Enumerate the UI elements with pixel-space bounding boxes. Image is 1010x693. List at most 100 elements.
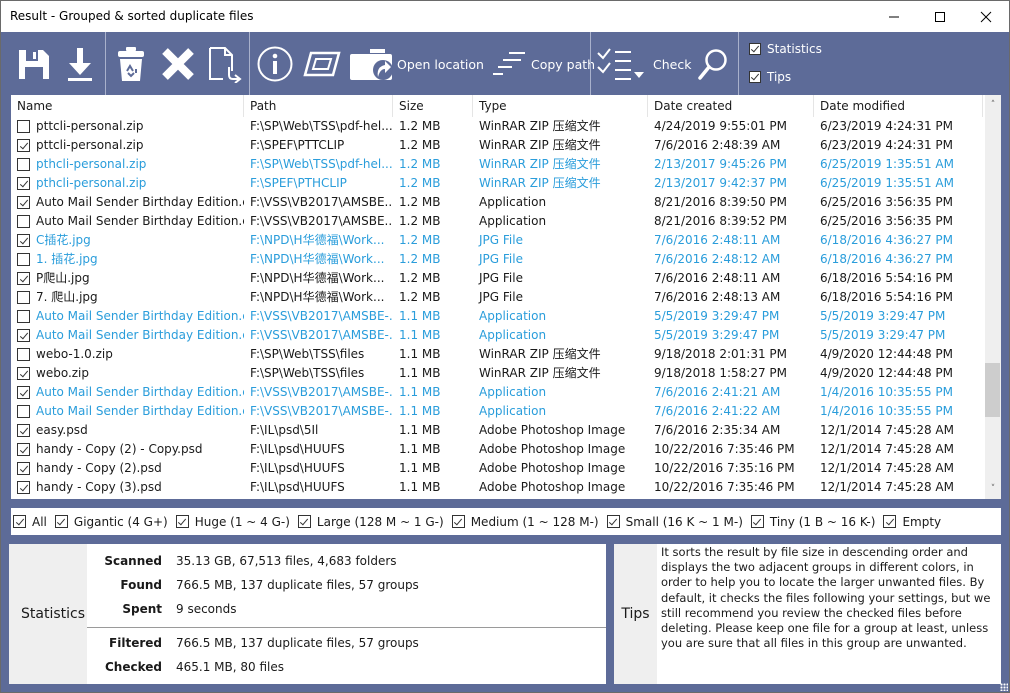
file-row[interactable]: Auto Mail Sender Birthday Edition.exe F:\… <box>11 193 983 212</box>
search-icon <box>698 49 727 80</box>
file-name: pthcli-personal.zip <box>36 176 147 190</box>
maximize-button[interactable] <box>917 1 963 32</box>
filter-label: Small (16 K ~ 1 M-) <box>625 514 743 529</box>
row-checkbox[interactable] <box>17 424 30 437</box>
row-checkbox[interactable] <box>17 234 30 247</box>
save-button[interactable] <box>17 42 51 86</box>
file-name: webo.zip <box>36 366 90 380</box>
statistics-toggle[interactable]: Statistics <box>749 42 822 56</box>
recycle-button[interactable] <box>116 42 146 86</box>
file-row[interactable]: 7. 爬山.jpg F:\NPD\H华德福\Work... 1.2 MB JPG Fi… <box>11 288 983 307</box>
filter-checkbox[interactable] <box>883 515 897 528</box>
filter-checkbox[interactable] <box>750 515 764 528</box>
search-button[interactable] <box>697 42 729 86</box>
check-button[interactable]: Check <box>597 42 691 86</box>
size-filter[interactable]: Empty <box>883 515 941 529</box>
move-button[interactable] <box>207 42 243 86</box>
row-checkbox[interactable] <box>17 329 30 342</box>
file-row[interactable]: Auto Mail Sender Birthday Edition.exe F:\… <box>11 402 983 421</box>
date-created: 10/22/2016 7:35:46 PM <box>654 480 795 494</box>
date-modified: 6/18/2016 4:36:27 PM <box>820 252 954 266</box>
column-header-size[interactable]: Size <box>393 95 473 117</box>
file-size: 1.2 MB <box>399 290 441 304</box>
filter-checkbox[interactable] <box>175 515 189 528</box>
file-row[interactable]: handy - Copy (2) - Copy.psd F:\IL\psd\HUU… <box>11 440 983 459</box>
file-row[interactable]: 1. 插花.jpg F:\NPD\H华德福\Work... 1.2 MB JPG Fi… <box>11 250 983 269</box>
file-row[interactable]: handy - Copy (3).psd F:\IL\psd\HUUFS 1.1 M… <box>11 478 983 497</box>
row-checkbox[interactable] <box>17 291 30 304</box>
scroll-down-icon[interactable]: ˅ <box>985 481 1001 497</box>
file-name-cell: Auto Mail Sender Birthday Edition.exe <box>11 383 244 402</box>
open-location-button[interactable]: Open location <box>349 42 484 86</box>
column-header-path[interactable]: Path <box>244 95 393 117</box>
row-checkbox[interactable] <box>17 386 30 399</box>
copy-path-button[interactable]: Copy path <box>493 42 595 86</box>
properties-button[interactable] <box>256 42 294 86</box>
size-filter[interactable]: Medium (1 ~ 128 M-) <box>451 515 599 529</box>
row-checkbox[interactable] <box>17 272 30 285</box>
file-row[interactable]: Auto Mail Sender Birthday Edition.exe F:\… <box>11 326 983 345</box>
row-checkbox[interactable] <box>17 215 30 228</box>
file-row[interactable]: Auto Mail Sender Birthday Edition.exe F:\… <box>11 212 983 231</box>
tips-checkbox[interactable] <box>749 71 761 83</box>
statistics-checkbox[interactable] <box>749 43 761 55</box>
filter-checkbox[interactable] <box>606 515 620 528</box>
size-filter[interactable]: Gigantic (4 G+) <box>54 515 168 529</box>
row-checkbox[interactable] <box>17 196 30 209</box>
statistics-panel: Statistics Scanned 35.13 GB, 67,513 files… <box>9 544 606 684</box>
filter-checkbox[interactable] <box>451 515 465 528</box>
preview-button[interactable] <box>303 42 341 86</box>
delete-button[interactable] <box>161 42 195 86</box>
row-checkbox[interactable] <box>17 120 30 133</box>
file-row[interactable]: pttcli-personal.zip F:\SPEF\PTTCLIP 1.2 MB… <box>11 136 983 155</box>
file-row[interactable]: pthcli-personal.zip F:\SP\Web\TSS\pdf-hel… <box>11 155 983 174</box>
file-row[interactable]: P爬山.jpg F:\NPD\H华德福\Work... 1.2 MB JPG File… <box>11 269 983 288</box>
size-filter[interactable]: All <box>13 515 47 529</box>
size-filter[interactable]: Large (128 M ~ 1 G-) <box>297 515 444 529</box>
filter-checkbox[interactable] <box>297 515 311 528</box>
scrollbar-thumb[interactable] <box>985 363 1000 417</box>
file-row[interactable]: C插花.jpg F:\NPD\H华德福\Work... 1.2 MB JPG File… <box>11 231 983 250</box>
row-checkbox[interactable] <box>17 462 30 475</box>
column-header-date-created[interactable]: Date created <box>648 95 814 117</box>
filter-checkbox[interactable] <box>13 515 26 528</box>
row-checkbox[interactable] <box>17 405 30 418</box>
size-filter[interactable]: Huge (1 ~ 4 G-) <box>175 515 290 529</box>
tips-toggle[interactable]: Tips <box>749 70 791 84</box>
export-button[interactable] <box>65 42 95 86</box>
file-row[interactable]: webo-1.0.zip F:\SP\Web\TSS\files 1.1 MB Win… <box>11 345 983 364</box>
file-row[interactable]: handy - Copy (2).psd F:\IL\psd\HUUFS 1.1 M… <box>11 459 983 478</box>
column-header-name[interactable]: Name <box>11 95 244 117</box>
scroll-up-icon[interactable]: ˄ <box>985 97 1001 113</box>
file-row[interactable]: Auto Mail Sender Birthday Edition.exe F:\… <box>11 383 983 402</box>
file-row[interactable]: Auto Mail Sender Birthday Edition.exe F:\… <box>11 307 983 326</box>
file-row[interactable]: easy.psd F:\IL\psd\5Il 1.1 MB Adobe Photosh… <box>11 421 983 440</box>
row-checkbox[interactable] <box>17 253 30 266</box>
row-checkbox[interactable] <box>17 177 30 190</box>
row-checkbox[interactable] <box>17 139 30 152</box>
resize-grip-icon[interactable] <box>1000 683 1008 691</box>
row-checkbox[interactable] <box>17 158 30 171</box>
date-created: 8/21/2016 8:39:50 PM <box>654 195 788 209</box>
row-checkbox[interactable] <box>17 443 30 456</box>
row-checkbox[interactable] <box>17 481 30 494</box>
file-row[interactable]: webo.zip F:\SP\Web\TSS\files 1.1 MB WinRAR … <box>11 364 983 383</box>
stat-value: 465.1 MB, 80 files <box>176 660 284 674</box>
size-filter[interactable]: Small (16 K ~ 1 M-) <box>606 514 743 529</box>
file-row[interactable]: pthcli-personal.zip F:\SPEF\PTHCLIP 1.2 MB… <box>11 174 983 193</box>
column-header-type[interactable]: Type <box>473 95 648 117</box>
file-type: JPG File <box>479 271 523 285</box>
file-row[interactable]: pttcli-personal.zip F:\SP\Web\TSS\pdf-hel… <box>11 117 983 136</box>
size-filter[interactable]: Tiny (1 B ~ 16 K-) <box>750 515 875 529</box>
row-checkbox[interactable] <box>17 348 30 361</box>
close-button[interactable] <box>963 1 1009 32</box>
minimize-button[interactable] <box>871 1 917 32</box>
vertical-scrollbar[interactable]: ˄ ˅ <box>985 95 1001 499</box>
column-header-date-modified[interactable]: Date modified <box>814 95 983 117</box>
row-checkbox[interactable] <box>17 310 30 323</box>
row-checkbox[interactable] <box>17 367 30 380</box>
filter-checkbox[interactable] <box>54 515 68 528</box>
file-name: P爬山.jpg <box>36 271 90 285</box>
filter-label: Empty <box>902 514 942 529</box>
stat-key: Found <box>120 578 162 592</box>
